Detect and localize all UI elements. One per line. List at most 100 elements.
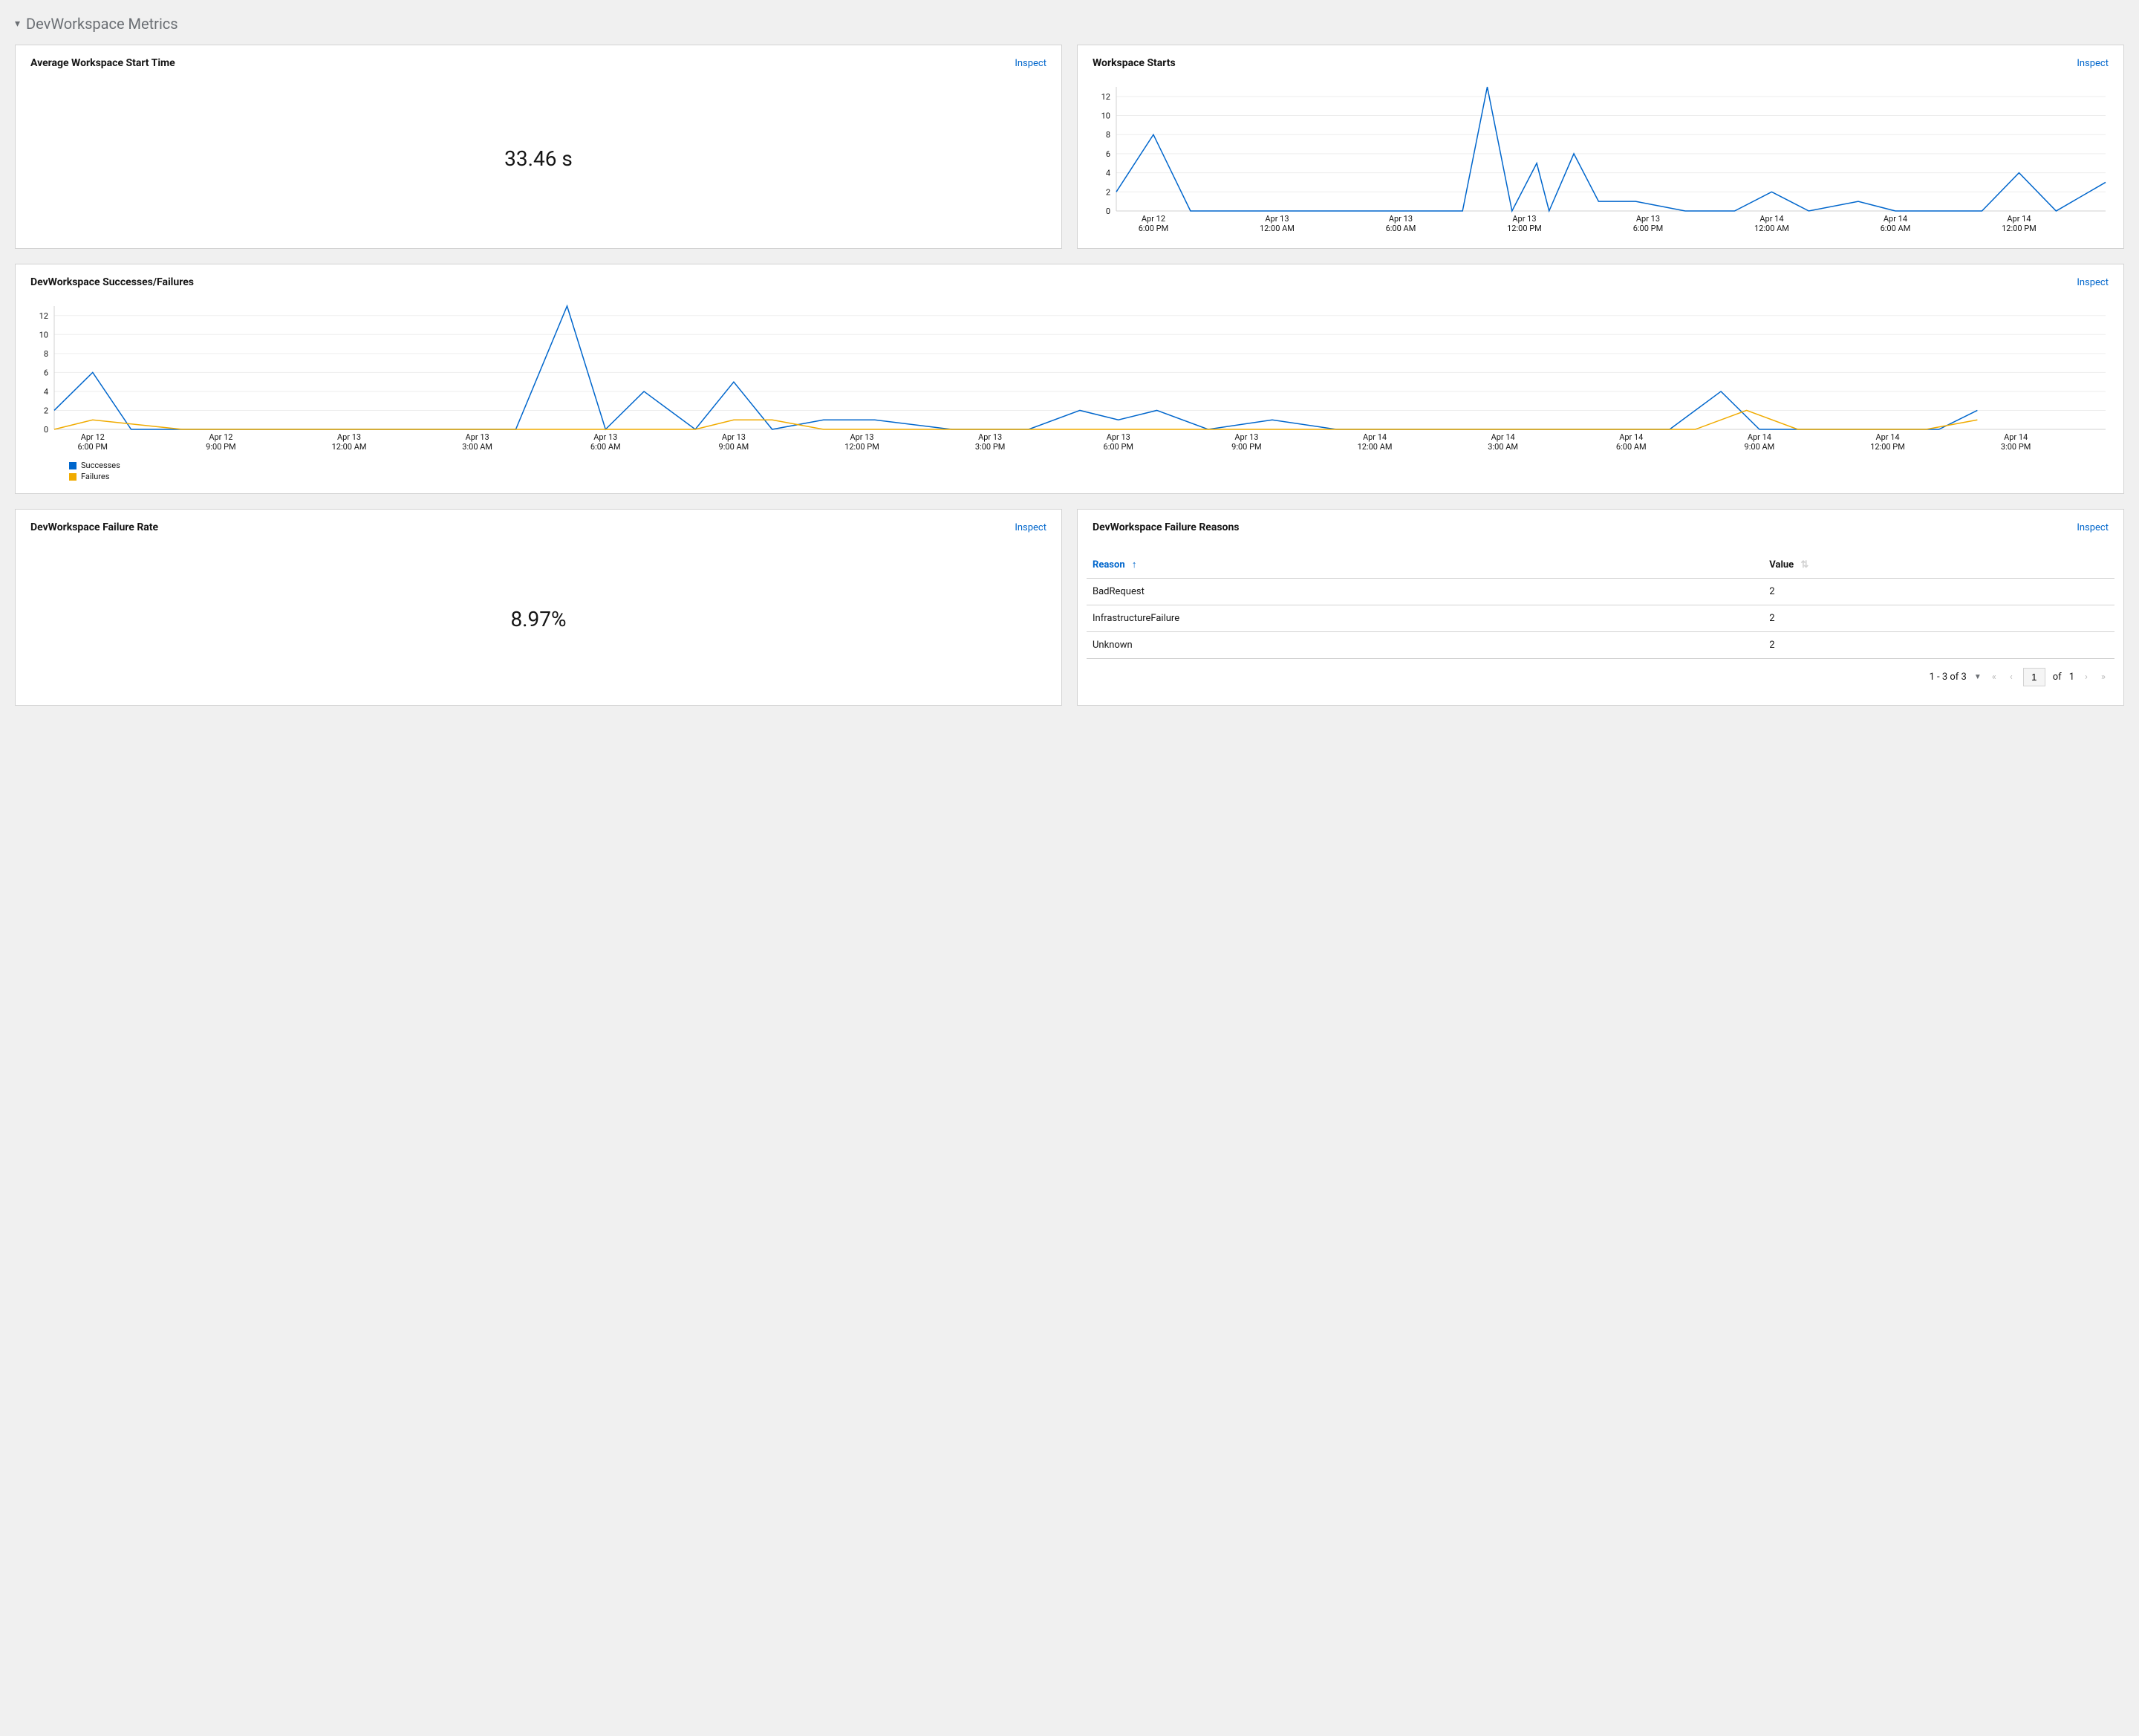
- col-header-label: Reason: [1093, 559, 1125, 570]
- panel-title: Average Workspace Start Time: [30, 57, 175, 69]
- svg-text:3:00 PM: 3:00 PM: [975, 442, 1005, 452]
- inspect-link[interactable]: Inspect: [2077, 522, 2109, 533]
- svg-text:Apr 14: Apr 14: [1363, 432, 1387, 442]
- svg-text:6:00 PM: 6:00 PM: [78, 442, 108, 452]
- pager-of-label: of: [2053, 672, 2062, 683]
- svg-text:9:00 AM: 9:00 AM: [1745, 442, 1775, 452]
- inspect-link[interactable]: Inspect: [1015, 58, 1046, 69]
- svg-text:Apr 14: Apr 14: [2004, 432, 2028, 442]
- svg-text:Apr 14: Apr 14: [1491, 432, 1515, 442]
- svg-text:9:00 PM: 9:00 PM: [206, 442, 235, 452]
- svg-text:2: 2: [1106, 187, 1110, 197]
- svg-text:12:00 AM: 12:00 AM: [332, 442, 367, 452]
- panel-title: DevWorkspace Failure Reasons: [1093, 521, 1239, 533]
- svg-text:3:00 AM: 3:00 AM: [1488, 442, 1518, 452]
- svg-text:Apr 13: Apr 13: [593, 432, 617, 442]
- pager-page-input[interactable]: [2023, 668, 2045, 686]
- svg-text:6:00 AM: 6:00 AM: [1881, 224, 1911, 233]
- svg-text:Apr 12: Apr 12: [209, 432, 232, 442]
- panel-failure-rate: DevWorkspace Failure Rate Inspect 8.97%: [15, 509, 1062, 706]
- svg-text:Apr 14: Apr 14: [2007, 214, 2031, 224]
- svg-text:Apr 13: Apr 13: [1512, 214, 1536, 224]
- legend-swatch-icon: [69, 473, 76, 481]
- pager-first-icon[interactable]: «: [1989, 670, 1999, 684]
- failure-rate-value: 8.97%: [25, 545, 1052, 693]
- pager: 1 - 3 of 3 ▼ « ‹ of 1 › »: [1087, 659, 2114, 689]
- failure-reasons-table: Reason ↑ Value ⇅ BadRequest 2Infrastructu…: [1087, 551, 2114, 659]
- svg-text:Apr 14: Apr 14: [1619, 432, 1643, 442]
- svg-text:6:00 AM: 6:00 AM: [590, 442, 621, 452]
- panel-title: DevWorkspace Failure Rate: [30, 521, 158, 533]
- svg-text:0: 0: [1106, 207, 1110, 216]
- svg-text:6: 6: [44, 368, 48, 377]
- panel-workspace-starts: Workspace Starts Inspect 024681012Apr 12…: [1077, 45, 2124, 249]
- svg-text:9:00 AM: 9:00 AM: [719, 442, 749, 452]
- pager-last-icon[interactable]: »: [2098, 670, 2109, 684]
- legend-item-successes: Successes: [69, 461, 2114, 470]
- inspect-link[interactable]: Inspect: [1015, 522, 1046, 533]
- svg-text:Apr 13: Apr 13: [1265, 214, 1289, 224]
- svg-text:4: 4: [44, 387, 48, 397]
- svg-text:6:00 AM: 6:00 AM: [1616, 442, 1647, 452]
- svg-text:Apr 14: Apr 14: [1748, 432, 1771, 442]
- chart-workspace-starts: 024681012Apr 126:00 PMApr 1312:00 AMApr …: [1087, 81, 2114, 236]
- svg-text:Apr 13: Apr 13: [1389, 214, 1413, 224]
- svg-text:2: 2: [44, 406, 48, 415]
- section-title: DevWorkspace Metrics: [26, 15, 178, 33]
- sort-asc-icon: ↑: [1132, 559, 1137, 570]
- svg-text:Apr 13: Apr 13: [337, 432, 361, 442]
- pager-next-icon[interactable]: ›: [2082, 670, 2091, 684]
- svg-text:12:00 PM: 12:00 PM: [1870, 442, 1905, 452]
- svg-text:0: 0: [44, 425, 48, 435]
- col-header-reason[interactable]: Reason ↑: [1087, 551, 1763, 579]
- inspect-link[interactable]: Inspect: [2077, 58, 2109, 69]
- sort-icon: ⇅: [1800, 559, 1808, 570]
- svg-text:6:00 PM: 6:00 PM: [1633, 224, 1663, 233]
- cell-reason: BadRequest: [1087, 579, 1763, 605]
- svg-text:Apr 12: Apr 12: [81, 432, 105, 442]
- svg-text:3:00 PM: 3:00 PM: [2001, 442, 2031, 452]
- chevron-down-icon: ▾: [15, 18, 20, 30]
- section-header[interactable]: ▾ DevWorkspace Metrics: [15, 15, 2124, 33]
- pager-prev-icon[interactable]: ‹: [2007, 670, 2016, 684]
- table-row: InfrastructureFailure2: [1087, 605, 2114, 632]
- svg-text:6:00 AM: 6:00 AM: [1386, 224, 1416, 233]
- panel-title: DevWorkspace Successes/Failures: [30, 276, 194, 288]
- legend-swatch-icon: [69, 462, 76, 469]
- svg-text:Apr 14: Apr 14: [1884, 214, 1907, 224]
- svg-text:Apr 13: Apr 13: [850, 432, 873, 442]
- svg-text:12:00 AM: 12:00 AM: [1754, 224, 1789, 233]
- legend-label: Successes: [81, 461, 120, 470]
- legend-item-failures: Failures: [69, 472, 2114, 481]
- svg-text:12:00 PM: 12:00 PM: [1507, 224, 1542, 233]
- svg-text:3:00 AM: 3:00 AM: [462, 442, 492, 452]
- panel-avg-start-time: Average Workspace Start Time Inspect 33.…: [15, 45, 1062, 249]
- inspect-link[interactable]: Inspect: [2077, 277, 2109, 288]
- svg-text:12:00 AM: 12:00 AM: [1358, 442, 1393, 452]
- svg-text:Apr 13: Apr 13: [466, 432, 489, 442]
- svg-text:10: 10: [1101, 111, 1110, 121]
- svg-text:Apr 14: Apr 14: [1875, 432, 1899, 442]
- svg-text:6: 6: [1106, 149, 1110, 159]
- svg-text:12:00 AM: 12:00 AM: [1260, 224, 1295, 233]
- svg-text:8: 8: [44, 349, 48, 359]
- cell-value: 2: [1763, 632, 2114, 659]
- svg-text:6:00 PM: 6:00 PM: [1104, 442, 1133, 452]
- pager-dropdown-icon[interactable]: ▼: [1974, 673, 1982, 681]
- table-row: Unknown2: [1087, 632, 2114, 659]
- svg-text:Apr 14: Apr 14: [1759, 214, 1783, 224]
- cell-reason: InfrastructureFailure: [1087, 605, 1763, 632]
- svg-text:8: 8: [1106, 130, 1110, 140]
- svg-text:12:00 PM: 12:00 PM: [844, 442, 879, 452]
- svg-text:6:00 PM: 6:00 PM: [1139, 224, 1168, 233]
- chart-legend: Successes Failures: [25, 461, 2114, 481]
- pager-range: 1 - 3 of 3: [1929, 672, 1966, 683]
- svg-text:Apr 13: Apr 13: [722, 432, 746, 442]
- chart-successes-failures: 024681012Apr 126:00 PMApr 129:00 PMApr 1…: [25, 300, 2114, 455]
- panel-title: Workspace Starts: [1093, 57, 1176, 69]
- svg-text:12: 12: [1101, 92, 1110, 102]
- panel-failure-reasons: DevWorkspace Failure Reasons Inspect Rea…: [1077, 509, 2124, 706]
- svg-text:4: 4: [1106, 169, 1110, 178]
- panel-successes-failures: DevWorkspace Successes/Failures Inspect …: [15, 264, 2124, 494]
- col-header-value[interactable]: Value ⇅: [1763, 551, 2114, 579]
